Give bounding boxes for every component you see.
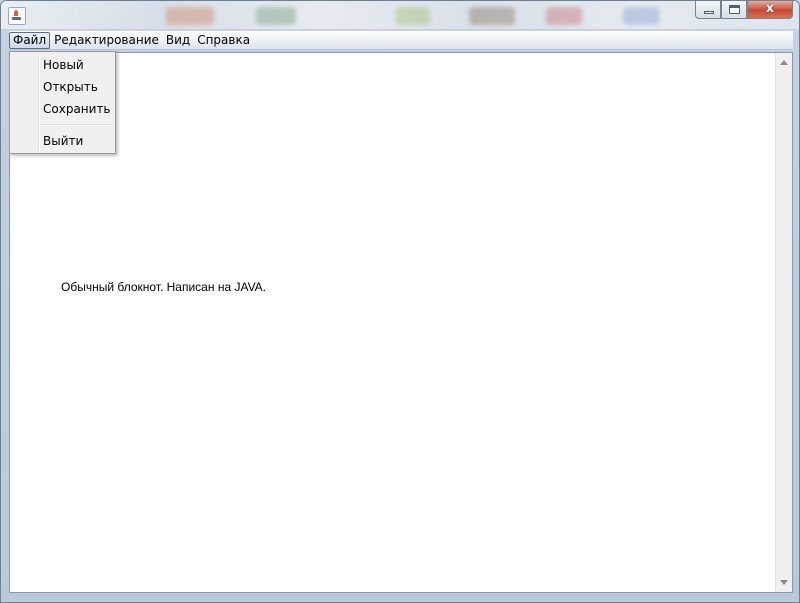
minimize-button[interactable] — [695, 1, 721, 19]
document-text: Обычный блокнот. Написан на JAVA. — [61, 280, 267, 294]
scroll-down-icon[interactable] — [780, 580, 788, 585]
vertical-scrollbar[interactable] — [775, 53, 792, 592]
menu-item-new[interactable]: Новый — [43, 56, 113, 74]
menu-view[interactable]: Вид — [163, 32, 193, 49]
menu-bar: Файл Редактирование Вид Справка — [9, 31, 793, 50]
close-icon: x — [765, 1, 775, 16]
menu-item-exit[interactable]: Выйти — [43, 132, 113, 150]
title-bar[interactable]: x — [1, 1, 799, 29]
menu-help[interactable]: Справка — [194, 32, 253, 49]
background-blur — [256, 7, 296, 25]
minimize-icon — [704, 11, 714, 14]
menu-file[interactable]: Файл — [9, 31, 51, 49]
background-blur — [623, 7, 659, 25]
caption-buttons: x — [695, 1, 793, 21]
file-menu-dropdown: Новый Открыть Сохранить Выйти — [9, 51, 116, 154]
maximize-icon — [729, 5, 740, 14]
background-blur — [396, 7, 430, 25]
app-window: x Файл Редактирование Вид Справка Обычны… — [0, 0, 800, 603]
scroll-up-icon[interactable] — [780, 60, 788, 65]
text-editor-area[interactable]: Обычный блокнот. Написан на JAVA. — [9, 52, 793, 593]
background-blur — [469, 7, 515, 25]
maximize-button[interactable] — [721, 1, 747, 19]
background-blur — [546, 7, 582, 25]
menu-item-save[interactable]: Сохранить — [43, 100, 113, 118]
background-blur — [166, 7, 214, 25]
menu-separator — [40, 124, 112, 126]
java-icon[interactable] — [8, 7, 26, 25]
menu-edit[interactable]: Редактирование — [51, 32, 162, 49]
menu-item-open[interactable]: Открыть — [43, 78, 113, 96]
close-button[interactable]: x — [747, 1, 793, 19]
